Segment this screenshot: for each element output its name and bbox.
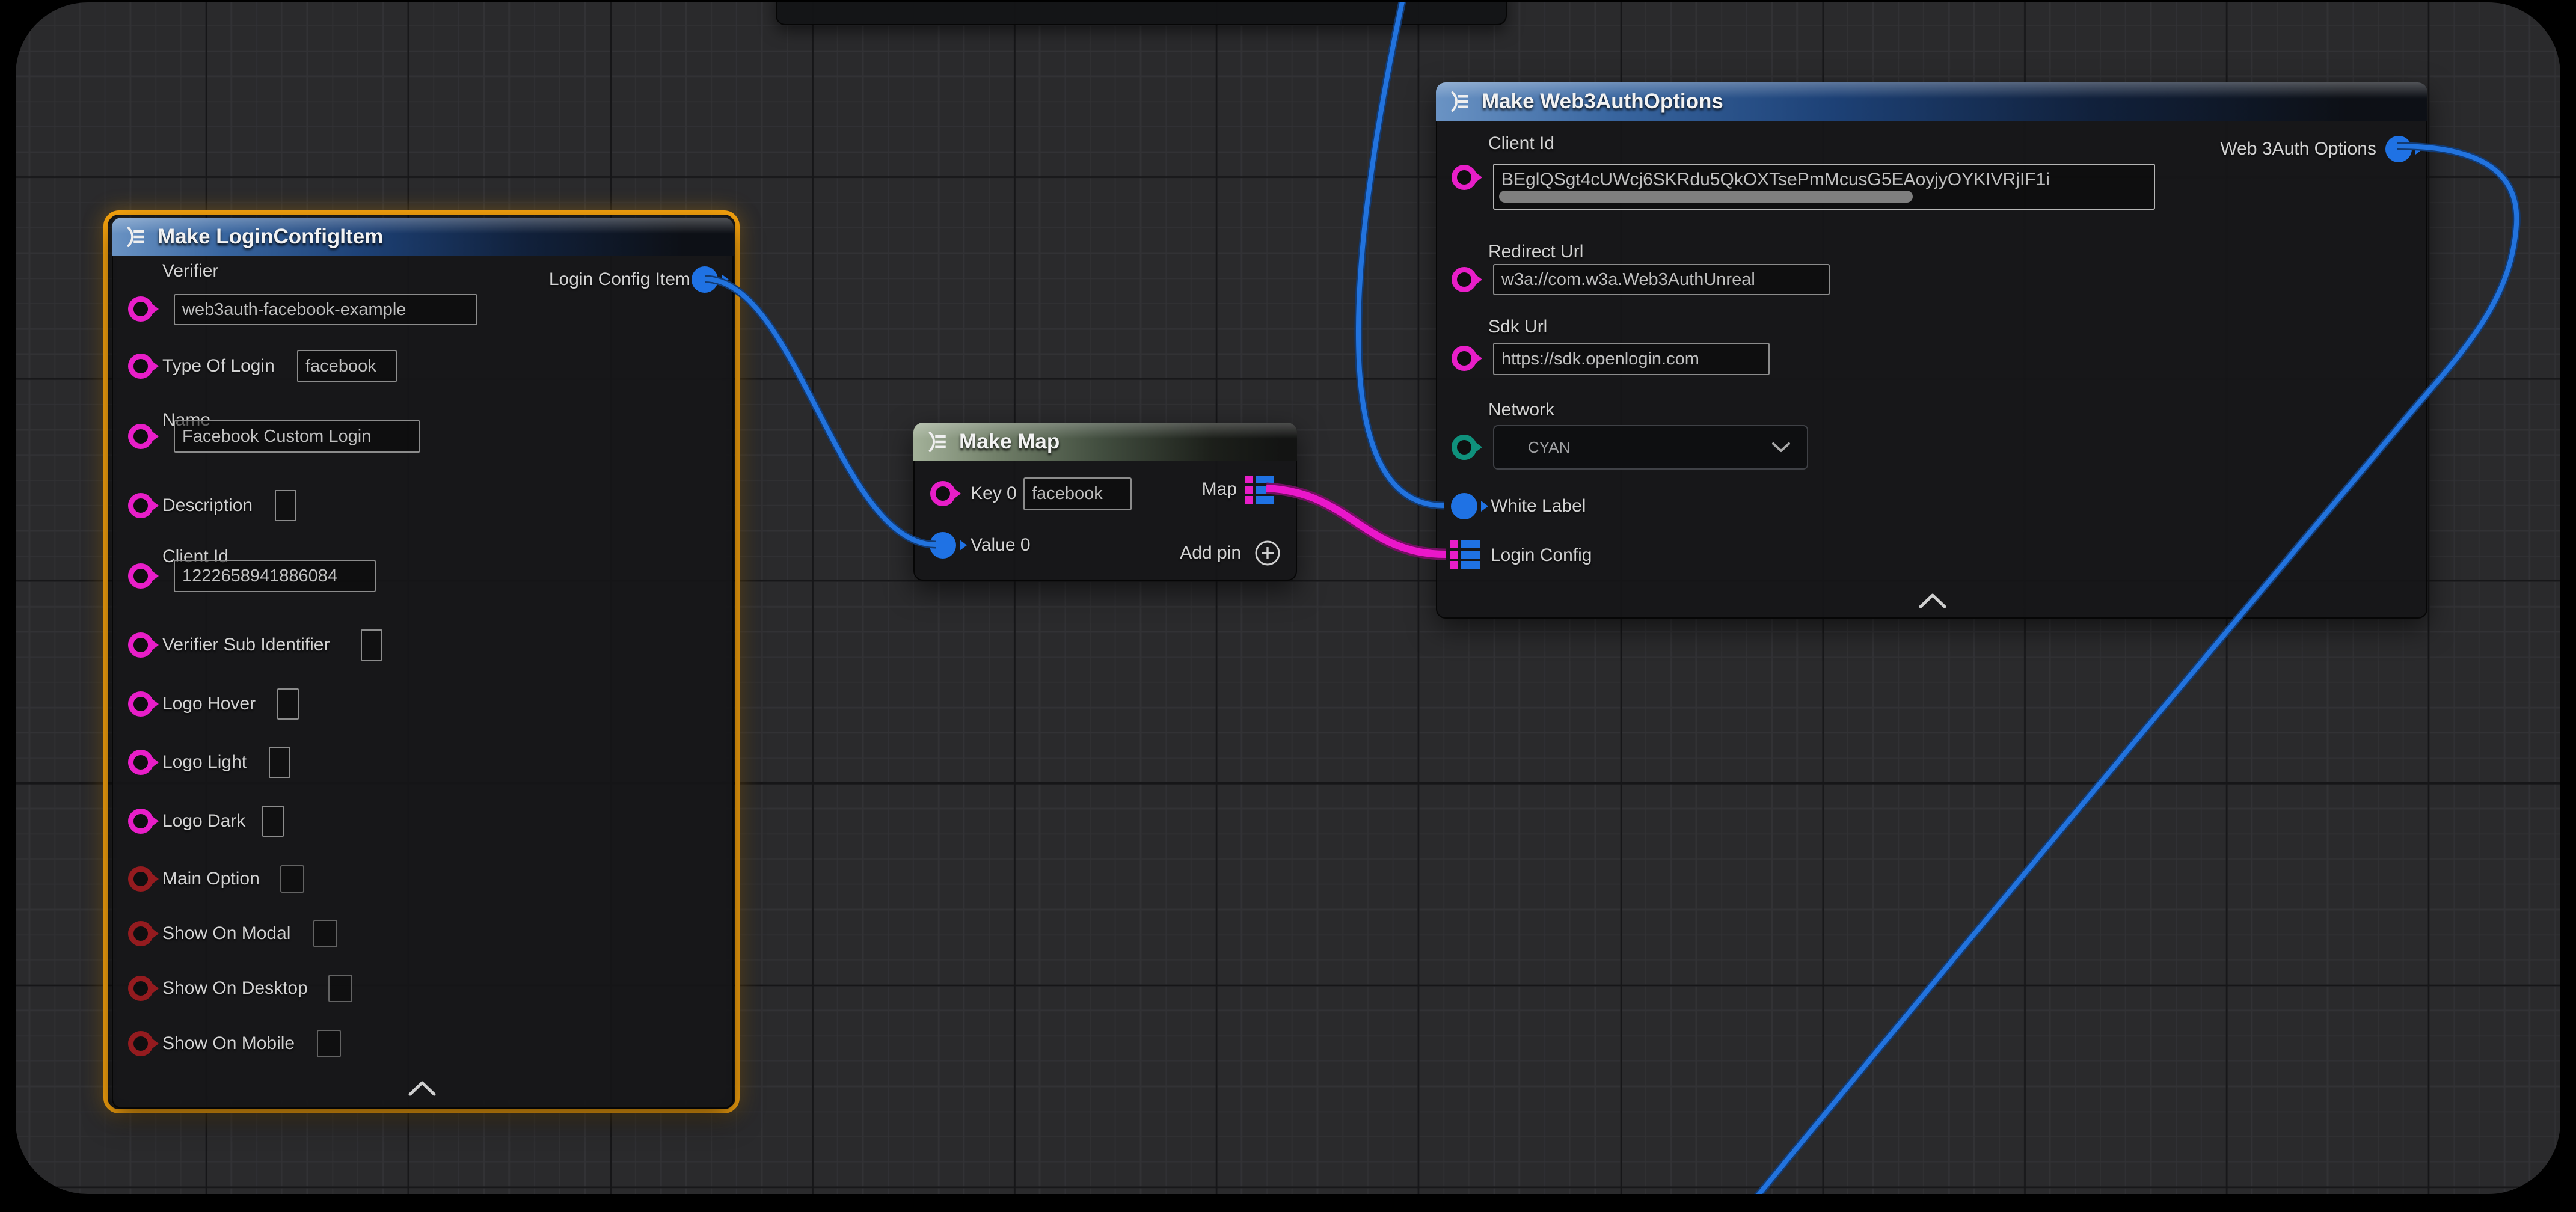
description-field[interactable] (275, 490, 296, 521)
pin-web3auth-options-output[interactable] (2385, 136, 2412, 162)
pin-logo-hover[interactable] (128, 691, 153, 717)
pin-type-of-login[interactable] (128, 354, 153, 379)
pin-logo-light[interactable] (128, 750, 153, 775)
pin-label-sdk-url: Sdk Url (1488, 317, 1547, 337)
pin-label-main-option: Main Option (162, 869, 260, 889)
client-id-field[interactable]: BEglQSgt4cUWcj6SKRdu5QkOXTsePmMcusG5EAoy… (1493, 164, 2155, 210)
pin-login-config[interactable] (1450, 540, 1480, 569)
pin-label-login-config-item: Login Config Item (549, 269, 690, 290)
pin-show-on-modal[interactable] (128, 921, 153, 946)
node-header-make-map[interactable]: Make Map (913, 423, 1297, 461)
offscreen-node-bottom-edge[interactable] (776, 2, 1507, 25)
pin-client-id[interactable] (128, 563, 153, 589)
pin-label-web3auth-options: Web 3Auth Options (2220, 139, 2376, 159)
make-struct-icon (124, 225, 148, 249)
pin-label-key-0: Key 0 (971, 483, 1017, 504)
pin-verifier-sub-identifier[interactable] (128, 632, 153, 658)
pin-white-label[interactable] (1451, 493, 1477, 519)
wire-to-white-label (1358, 2, 1444, 506)
chevron-down-icon (1771, 441, 1791, 453)
network-dropdown[interactable]: CYAN (1493, 425, 1808, 470)
pin-login-config-item-output[interactable] (692, 266, 718, 293)
logo-light-field[interactable] (269, 747, 290, 778)
add-pin-icon[interactable] (1254, 539, 1281, 567)
pin-label-type-of-login: Type Of Login (162, 356, 275, 376)
type-of-login-field[interactable]: facebook (297, 350, 397, 382)
node-header-make-web3authoptions[interactable]: Make Web3AuthOptions (1436, 82, 2427, 121)
pin-sdk-url[interactable] (1452, 346, 1477, 371)
sdk-url-field[interactable]: https://sdk.openlogin.com (1493, 343, 1770, 375)
pin-label-map: Map (1202, 479, 1237, 500)
pin-label-client-id: Client Id (1488, 133, 1554, 154)
node-make-web3authoptions[interactable]: Make Web3AuthOptions Web 3Auth Options C… (1436, 82, 2427, 619)
pin-label-show-on-modal: Show On Modal (162, 923, 290, 944)
main-option-checkbox[interactable] (280, 865, 304, 893)
pin-label-show-on-desktop: Show On Desktop (162, 978, 308, 999)
pin-show-on-desktop[interactable] (128, 976, 153, 1001)
blueprint-graph-viewport[interactable]: Make LoginConfigItem Login Config Item V… (16, 2, 2560, 1194)
pin-key-0[interactable] (930, 481, 955, 506)
network-selected-value: CYAN (1528, 438, 1570, 457)
pin-main-option[interactable] (128, 866, 153, 892)
pin-map-output[interactable] (1245, 476, 1274, 504)
node-make-map[interactable]: Make Map Key 0 facebook Value 0 Map Add … (913, 423, 1297, 581)
show-on-desktop-checkbox[interactable] (328, 975, 352, 1002)
client-id-value: BEglQSgt4cUWcj6SKRdu5QkOXTsePmMcusG5EAoy… (1501, 170, 2050, 190)
logo-dark-field[interactable] (262, 806, 284, 837)
node-make-loginconfigitem[interactable]: Make LoginConfigItem Login Config Item V… (112, 218, 734, 1109)
client-id-field[interactable]: 1222658941886084 (174, 560, 376, 592)
pin-redirect-url[interactable] (1452, 267, 1477, 292)
pin-label-value-0: Value 0 (971, 535, 1031, 556)
node-title: Make Web3AuthOptions (1482, 90, 1723, 114)
pin-label-verifier: Verifier (162, 261, 218, 281)
pin-network[interactable] (1452, 435, 1477, 460)
verifier-sub-identifier-field[interactable] (361, 629, 382, 661)
redirect-url-field[interactable]: w3a://com.w3a.Web3AuthUnreal (1493, 264, 1830, 295)
pin-client-id[interactable] (1452, 165, 1477, 190)
key-0-field[interactable]: facebook (1023, 477, 1132, 510)
client-id-scrollbar[interactable] (1499, 191, 1913, 203)
show-on-modal-checkbox[interactable] (313, 920, 337, 947)
logo-hover-field[interactable] (277, 688, 299, 720)
pin-description[interactable] (128, 493, 153, 518)
pin-show-on-mobile[interactable] (128, 1031, 153, 1056)
collapse-node-chevron[interactable] (408, 1080, 437, 1097)
pin-label-login-config: Login Config (1491, 545, 1592, 566)
add-pin-label: Add pin (1180, 543, 1241, 563)
verifier-field[interactable]: web3auth-facebook-example (174, 294, 477, 325)
show-on-mobile-checkbox[interactable] (317, 1030, 341, 1057)
pin-label-logo-light: Logo Light (162, 752, 247, 773)
pin-label-verifier-sub-identifier: Verifier Sub Identifier (162, 635, 330, 655)
pin-label-show-on-mobile: Show On Mobile (162, 1033, 295, 1054)
collapse-node-chevron[interactable] (1918, 592, 1947, 609)
pin-verifier[interactable] (128, 296, 153, 322)
make-map-icon (925, 430, 949, 454)
node-header-make-loginconfigitem[interactable]: Make LoginConfigItem (112, 218, 734, 256)
pin-label-description: Description (162, 495, 253, 516)
make-struct-icon (1448, 90, 1472, 114)
node-title: Make LoginConfigItem (158, 225, 383, 249)
pin-label-logo-hover: Logo Hover (162, 694, 256, 714)
pin-value-0[interactable] (930, 532, 956, 559)
node-title: Make Map (959, 430, 1060, 454)
pin-name[interactable] (128, 424, 153, 449)
blueprint-graph-canvas[interactable]: Make LoginConfigItem Login Config Item V… (16, 2, 2560, 1194)
pin-label-logo-dark: Logo Dark (162, 811, 245, 831)
wire-to-white-label-halo (1358, 2, 1444, 506)
pin-label-white-label: White Label (1491, 496, 1586, 516)
pin-label-redirect-url: Redirect Url (1488, 242, 1583, 262)
pin-label-network: Network (1488, 400, 1554, 420)
pin-logo-dark[interactable] (128, 809, 153, 834)
name-field[interactable]: Facebook Custom Login (174, 420, 420, 453)
